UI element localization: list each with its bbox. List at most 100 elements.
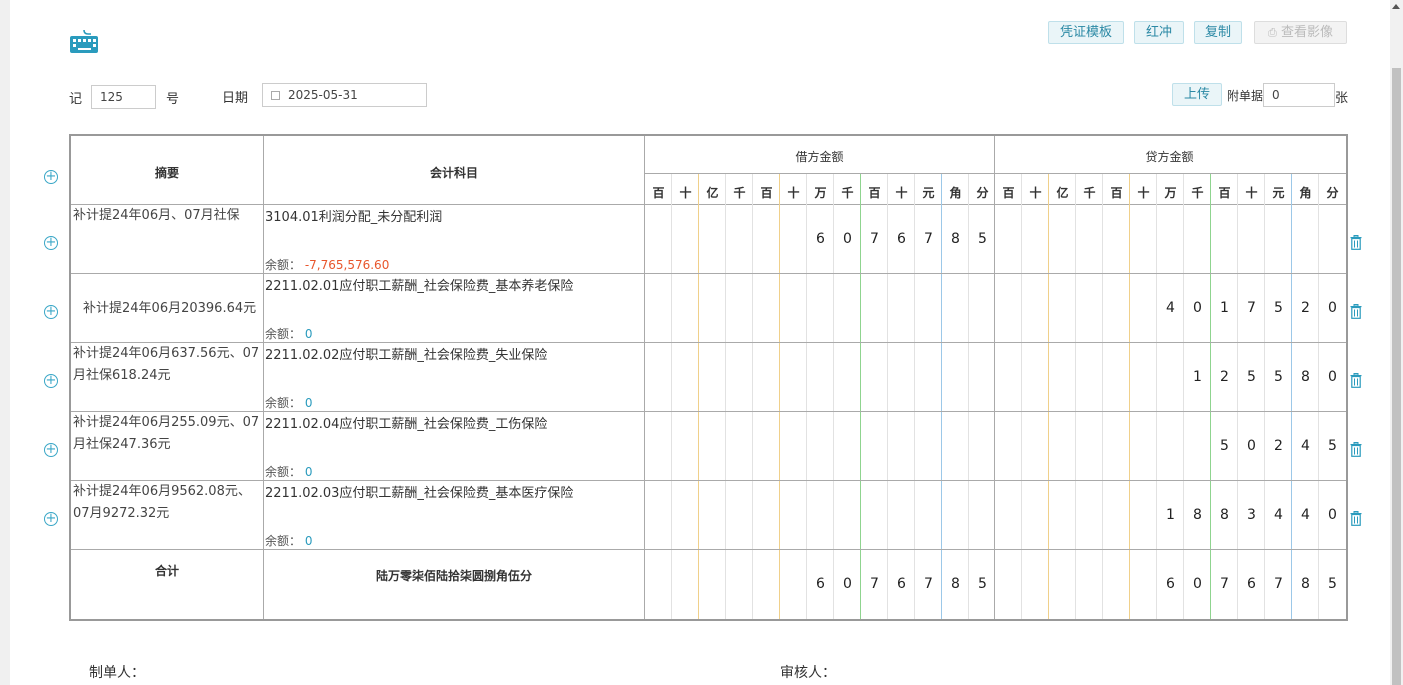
subject-cell[interactable]: 2211.02.01应付职工薪酬_社会保险费_基本养老保险 [265, 275, 645, 294]
credit-digit: 5 [1274, 369, 1283, 385]
credit-digit: 7 [1247, 300, 1256, 316]
subject-cell[interactable]: 3104.01利润分配_未分配利润 [265, 206, 645, 225]
keyboard-icon[interactable] [69, 28, 99, 54]
credit-digit: 8 [1193, 507, 1202, 523]
maker-label: 制单人： [89, 665, 145, 681]
credit-digit-header: 分 [1326, 186, 1339, 200]
credit-digit-header: 千 [1083, 186, 1096, 200]
summary-cell[interactable]: 补计提24年06月、07月社保 [73, 205, 263, 271]
balance-value: -7,765,576.60 [304, 258, 390, 272]
credit-digit: 1 [1166, 507, 1175, 523]
debit-digit: 6 [816, 231, 825, 247]
credit-header: 贷方金额 [1145, 150, 1194, 164]
delete-row-icon[interactable] [1350, 373, 1362, 388]
attachment-label: 附单据 [1227, 89, 1264, 103]
total-credit-digit: 6 [1166, 576, 1175, 592]
subject-cell[interactable]: 2211.02.04应付职工薪酬_社会保险费_工伤保险 [265, 413, 645, 432]
voucher-number-input[interactable]: 125 [91, 85, 156, 109]
reviewer-label: 审核人： [780, 665, 836, 681]
delete-row-icon[interactable] [1350, 442, 1362, 457]
balance-text: 余额： 0 [265, 532, 312, 549]
view-image-button[interactable]: ⎙ 查看影像 [1254, 21, 1347, 44]
balance-text: 余额： 0 [265, 325, 312, 342]
credit-digit: 4 [1301, 438, 1310, 454]
credit-digit-header: 千 [1191, 186, 1204, 200]
credit-digit: 4 [1166, 300, 1175, 316]
total-debit-digit: 7 [924, 576, 933, 592]
delete-row-icon[interactable] [1350, 304, 1362, 319]
debit-digit-header: 十 [895, 186, 908, 200]
total-credit-digit: 5 [1328, 576, 1337, 592]
credit-digit: 2 [1274, 438, 1283, 454]
upload-button[interactable]: 上传 [1172, 83, 1222, 106]
summary-cell[interactable]: 补计提24年06月255.09元、07月社保247.36元 [73, 412, 263, 478]
credit-digit: 2 [1301, 300, 1310, 316]
credit-digit-header: 万 [1164, 186, 1177, 200]
scroll-up-arrow-icon[interactable] [1392, 4, 1400, 9]
debit-digit-header: 元 [922, 186, 935, 200]
balance-label: 余额： [265, 258, 302, 272]
balance-text: 余额： 0 [265, 463, 312, 480]
total-credit-digit: 7 [1274, 576, 1283, 592]
copy-button[interactable]: 复制 [1194, 21, 1242, 44]
scrollbar-thumb[interactable] [1392, 68, 1401, 685]
debit-digit: 8 [951, 231, 960, 247]
balance-value: 0 [304, 396, 313, 410]
debit-digit: 7 [924, 231, 933, 247]
credit-digit: 2 [1220, 369, 1229, 385]
total-debit-digit: 6 [897, 576, 906, 592]
voucher-template-button[interactable]: 凭证模板 [1048, 21, 1124, 44]
credit-digit: 5 [1274, 300, 1283, 316]
credit-digit: 0 [1247, 438, 1256, 454]
credit-digit: 5 [1220, 438, 1229, 454]
total-debit-digit: 6 [816, 576, 825, 592]
vertical-scrollbar[interactable] [1390, 0, 1403, 685]
calendar-icon [271, 91, 280, 100]
reverse-entry-button[interactable]: 红冲 [1134, 21, 1184, 44]
debit-digit: 0 [843, 231, 852, 247]
voucher-table: 摘要 会计科目 借方金额 贷方金额 百十亿千百十万千百十元角分百十亿千百十万千百… [69, 134, 1348, 621]
debit-digit-header: 千 [733, 186, 746, 200]
credit-digit: 3 [1247, 507, 1256, 523]
balance-value: 0 [304, 465, 313, 479]
add-row-icon[interactable]: + [44, 170, 58, 184]
total-credit-digit: 0 [1193, 576, 1202, 592]
total-credit-digit: 8 [1301, 576, 1310, 592]
date-label: 日期 [222, 91, 249, 106]
credit-digit: 0 [1328, 300, 1337, 316]
debit-digit-header: 百 [868, 186, 881, 200]
subject-cell[interactable]: 2211.02.02应付职工薪酬_社会保险费_失业保险 [265, 344, 645, 363]
view-image-label: 查看影像 [1280, 25, 1333, 40]
subject-cell[interactable]: 2211.02.03应付职工薪酬_社会保险费_基本医疗保险 [265, 482, 645, 501]
attachment-count-input[interactable]: 0 [1263, 83, 1335, 107]
summary-cell[interactable]: 补计提24年06月9562.08元、07月9272.32元 [73, 481, 263, 547]
date-value: 2025-05-31 [288, 88, 358, 102]
credit-digit-header: 十 [1137, 186, 1150, 200]
debit-digit-header: 百 [652, 186, 665, 200]
credit-digit-header: 百 [1002, 186, 1015, 200]
debit-digit-header: 十 [787, 186, 800, 200]
credit-digit-header: 十 [1245, 186, 1258, 200]
add-row-icon[interactable]: + [44, 443, 58, 457]
add-row-icon[interactable]: + [44, 236, 58, 250]
printer-icon: ⎙ [1268, 26, 1277, 39]
subject-header: 会计科目 [429, 166, 478, 180]
credit-digit: 0 [1328, 369, 1337, 385]
delete-row-icon[interactable] [1350, 511, 1362, 526]
debit-digit-header: 分 [976, 186, 989, 200]
credit-digit-header: 百 [1218, 186, 1231, 200]
balance-label: 余额： [265, 534, 302, 548]
credit-digit: 5 [1328, 438, 1337, 454]
add-row-icon[interactable]: + [44, 305, 58, 319]
ji-label: 记 [69, 92, 83, 107]
balance-text: 余额： -7,765,576.60 [265, 256, 389, 273]
date-input[interactable]: 2025-05-31 [262, 83, 427, 107]
credit-digit-header: 亿 [1056, 186, 1069, 200]
delete-row-icon[interactable] [1350, 235, 1362, 250]
summary-cell[interactable]: 补计提24年06月637.56元、07月社保618.24元 [73, 343, 263, 409]
summary-header: 摘要 [154, 166, 179, 180]
add-row-icon[interactable]: + [44, 512, 58, 526]
add-row-icon[interactable]: + [44, 374, 58, 388]
zhang-label: 张 [1335, 91, 1349, 106]
total-debit-digit: 5 [978, 576, 987, 592]
